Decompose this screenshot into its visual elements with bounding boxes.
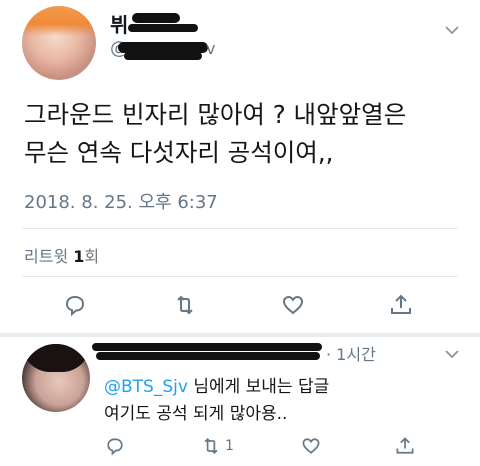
reply-time[interactable]: · 1시간 [326,341,376,365]
reply-icon[interactable] [104,435,126,457]
redaction-mark [124,52,202,60]
reply-icon[interactable] [62,292,88,318]
reply-author-avatar[interactable] [22,344,90,412]
redaction-mark [96,352,320,360]
author-avatar[interactable] [22,6,96,80]
reply-to-suffix: 님에게 보내는 답글 [187,377,330,397]
share-icon[interactable] [394,435,416,457]
reply-to-mention[interactable]: @BTS_Sjv [104,377,188,397]
like-icon[interactable] [300,435,322,457]
tweet-separator [0,333,480,337]
reply-text: 여기도 공석 되게 많아용.. [104,404,288,424]
tweet-text-line: 그라운드 빈자리 많아여 ? 내앞앞열은 [24,100,407,129]
retweet-label: 리트윗 [24,247,69,266]
tweet-text: 그라운드 빈자리 많아여 ? 내앞앞열은 무슨 연속 다섯자리 공석이여,, [24,96,464,172]
share-icon[interactable] [388,292,414,318]
avatar-hair [22,344,90,372]
redaction-mark [132,13,180,23]
retweet-icon[interactable] [200,435,222,457]
retweet-count: 1 [73,247,85,266]
avatar-hair [22,6,96,36]
retweet-stats[interactable]: 리트윗 1회 [24,243,99,267]
redaction-mark [92,343,322,351]
chevron-down-icon[interactable] [444,346,460,362]
retweet-suffix: 회 [84,247,100,266]
reply-retweet-count: 1 [225,438,234,454]
reply-to-context: @BTS_Sjv 님에게 보내는 답글 [104,372,329,397]
tweet-timestamp[interactable]: 2018. 8. 25. 오후 6:37 [24,188,218,214]
redaction-mark [128,24,198,32]
divider [22,276,458,277]
chevron-down-icon[interactable] [444,22,460,38]
tweet-text-line: 무슨 연속 다섯자리 공석이여,, [24,138,334,167]
author-name-fragment: 뷔 [110,13,129,37]
like-icon[interactable] [280,292,306,318]
author-handle-suffix: v [206,39,216,58]
retweet-icon[interactable] [172,292,198,318]
divider [22,228,458,229]
